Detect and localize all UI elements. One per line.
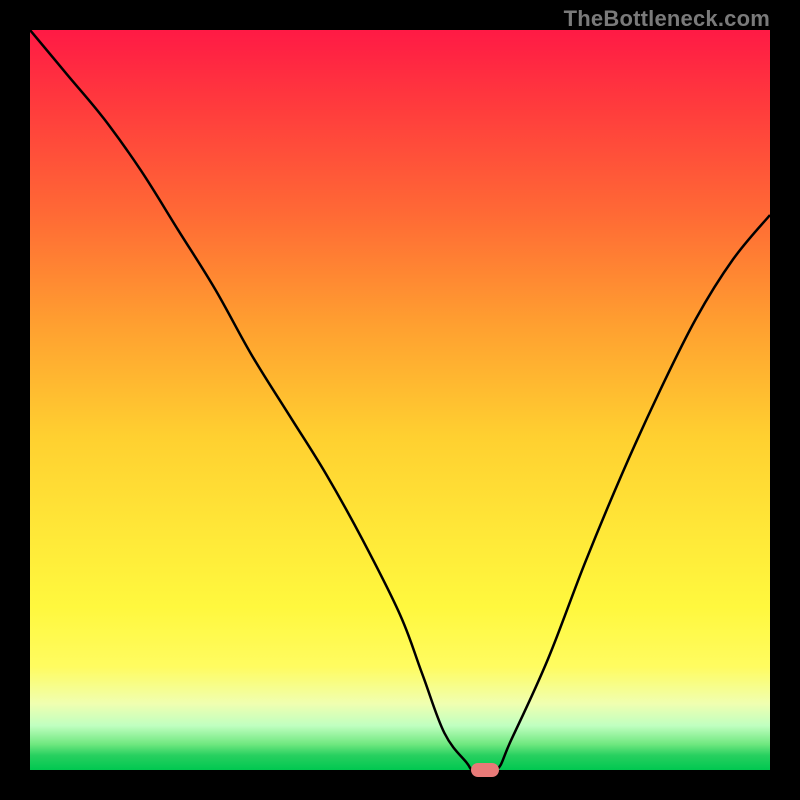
bottleneck-curve	[30, 30, 770, 770]
chart-frame: TheBottleneck.com	[0, 0, 800, 800]
optimal-point-marker	[471, 763, 499, 777]
curve-layer	[30, 30, 770, 770]
watermark-text: TheBottleneck.com	[564, 6, 770, 32]
plot-area	[30, 30, 770, 770]
